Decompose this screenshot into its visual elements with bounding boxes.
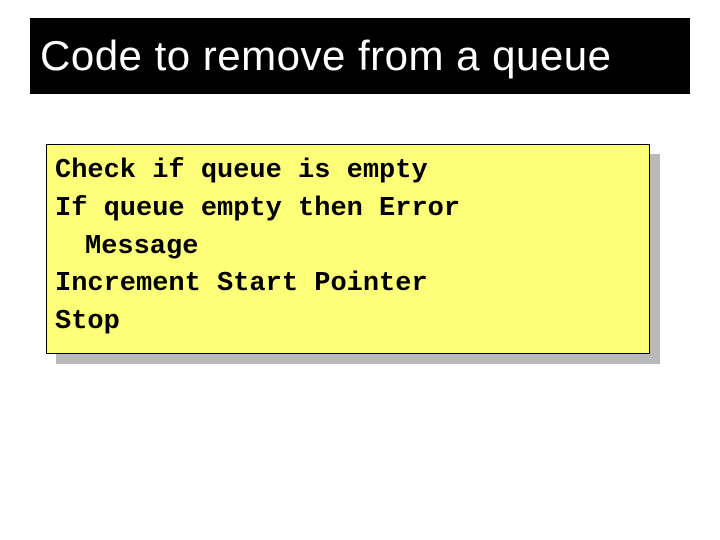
code-line-3: Message <box>55 231 641 265</box>
code-line-2: If queue empty then Error <box>55 193 641 227</box>
code-box: Check if queue is empty If queue empty t… <box>46 144 650 354</box>
code-line-1: Check if queue is empty <box>55 155 641 189</box>
title-bar: Code to remove from a queue <box>30 18 690 94</box>
slide-title: Code to remove from a queue <box>40 32 611 80</box>
code-line-5: Stop <box>55 306 641 340</box>
code-line-4: Increment Start Pointer <box>55 268 641 302</box>
